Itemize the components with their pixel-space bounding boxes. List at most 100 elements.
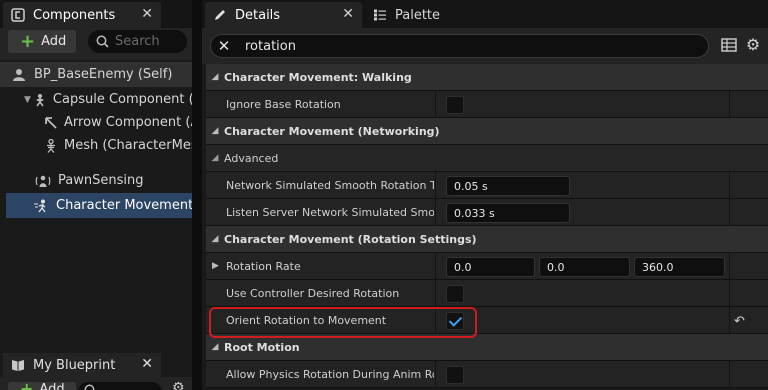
blueprint-search-input[interactable] [78, 382, 162, 390]
tree-item-label: Mesh (CharacterMesh0) [64, 138, 192, 153]
add-button-label: Add [41, 34, 67, 49]
tab-details[interactable]: Details ✕ [205, 2, 362, 28]
blueprint-toolbar: + Add ⚙ [0, 377, 192, 390]
blueprint-add-button[interactable]: + Add [8, 379, 76, 390]
tab-my-blueprint[interactable]: My Blueprint ✕ [3, 353, 161, 377]
tree-item-character-movement[interactable]: Character Movement (CharMoveComp) [6, 193, 192, 218]
category-root-motion[interactable]: ◢ Root Motion [206, 334, 768, 361]
category-networking[interactable]: ◢ Character Movement (Networking) [206, 118, 768, 145]
tree-item-label: Capsule Component (CollisionCylinder) [52, 92, 192, 107]
collapse-icon[interactable]: ◢ [206, 72, 224, 82]
category-label: Character Movement (Networking) [224, 124, 440, 138]
collapse-icon[interactable]: ◢ [206, 126, 224, 136]
tab-details-label: Details [235, 7, 281, 23]
category-rotation-settings[interactable]: ◢ Character Movement (Rotation Settings) [206, 226, 768, 253]
prop-use-controller-desired-rotation: Use Controller Desired Rotation [206, 280, 768, 307]
search-placeholder: Search [115, 34, 160, 49]
gear-icon[interactable]: ⚙ [172, 380, 185, 390]
search-icon [96, 35, 109, 48]
collapse-icon[interactable]: ◢ [206, 153, 224, 163]
listen-server-smooth-input[interactable]: 0.033 s [446, 203, 570, 223]
details-panel: Details ✕ Palette ✕ rotation ⚙ ◢ Charact… [202, 0, 768, 390]
pawn-sensing-icon [34, 172, 52, 190]
blueprint-add-label: Add [39, 382, 65, 390]
column-divider [729, 172, 730, 199]
prop-label: Allow Physics Rotation During Anim Ro... [226, 368, 434, 381]
highlight-box [209, 307, 477, 338]
ignore-base-rotation-checkbox[interactable] [446, 96, 464, 114]
prop-label: Rotation Rate [226, 260, 301, 273]
components-toolbar: + Add Search [0, 28, 192, 60]
allow-physics-rotation-checkbox[interactable] [446, 366, 464, 384]
tree-item-pawnsensing[interactable]: PawnSensing [0, 168, 192, 193]
collapse-icon[interactable]: ◢ [206, 234, 224, 244]
prop-ignore-base-rotation: Ignore Base Rotation [206, 91, 768, 118]
category-label: Root Motion [224, 340, 300, 354]
column-divider [435, 199, 436, 226]
prop-net-smooth-rotation: Network Simulated Smooth Rotation Ti... … [206, 172, 768, 199]
column-divider [729, 199, 730, 226]
details-search-input[interactable]: ✕ rotation [210, 34, 709, 58]
tab-components[interactable]: Components ✕ [3, 2, 161, 28]
reset-to-default-icon[interactable]: ↶ [734, 314, 745, 329]
components-search-input[interactable]: Search [88, 30, 187, 53]
category-label: Character Movement: Walking [224, 70, 412, 84]
tree-item-self[interactable]: BP_BaseEnemy (Self) [0, 62, 192, 87]
close-icon[interactable]: ✕ [342, 6, 354, 22]
search-icon [84, 384, 95, 390]
components-icon [11, 8, 25, 22]
tab-palette[interactable]: Palette [365, 2, 465, 28]
clear-icon[interactable]: ✕ [211, 37, 237, 55]
tree-item-label: Arrow Component (Arrow) [64, 115, 192, 130]
column-divider [729, 307, 730, 334]
collapse-icon[interactable]: ◢ [206, 342, 224, 352]
gear-icon[interactable]: ⚙ [744, 36, 762, 54]
add-component-button[interactable]: + Add [8, 30, 76, 53]
prop-label: Listen Server Network Simulated Smoo... [226, 206, 434, 219]
prop-allow-physics-rotation: Allow Physics Rotation During Anim Ro... [206, 361, 768, 388]
column-divider [435, 91, 436, 118]
components-panel: Components ✕ + Add Search BP_BaseEnemy (… [0, 0, 192, 390]
tree-item-capsule[interactable]: ▼ Capsule Component (CollisionCylinder) [0, 87, 192, 112]
category-walking[interactable]: ◢ Character Movement: Walking [206, 64, 768, 91]
tree-item-mesh[interactable]: Mesh (CharacterMesh0) [0, 133, 192, 158]
expand-right-icon[interactable]: ▶ [212, 261, 219, 271]
plus-icon: + [20, 30, 36, 52]
rotation-rate-y-input[interactable]: 0.0 [539, 257, 630, 277]
tree-item-arrow[interactable]: Arrow Component (Arrow) [0, 110, 192, 135]
components-tabbar: Components ✕ [0, 0, 192, 28]
category-label: Character Movement (Rotation Settings) [224, 232, 477, 246]
rotation-rate-x-input[interactable]: 0.0 [446, 257, 535, 277]
use-controller-desired-rotation-checkbox[interactable] [446, 285, 464, 303]
close-icon[interactable]: ✕ [141, 6, 153, 22]
search-value: rotation [245, 38, 296, 54]
subcategory-advanced[interactable]: ◢ Advanced [206, 145, 768, 172]
palette-icon [374, 9, 386, 21]
net-smooth-rotation-input[interactable]: 0.05 s [446, 176, 570, 196]
table-view-icon[interactable] [721, 37, 737, 53]
column-divider [435, 172, 436, 199]
tree-item-label: Character Movement (CharMoveComp) [56, 198, 192, 213]
rotation-rate-z-input[interactable]: 360.0 [634, 257, 725, 277]
pencil-icon [215, 10, 225, 20]
plus-icon: + [20, 379, 34, 390]
property-list: ◢ Character Movement: Walking Ignore Bas… [206, 64, 768, 390]
column-divider [435, 253, 436, 280]
details-tabbar: Details ✕ Palette [202, 0, 768, 28]
expand-down-icon[interactable]: ▼ [24, 95, 31, 105]
person-icon [10, 66, 28, 84]
panel-divider[interactable] [192, 0, 202, 390]
prop-label: Network Simulated Smooth Rotation Ti... [226, 179, 434, 192]
tab-palette-label: Palette [395, 7, 441, 23]
close-icon[interactable]: ✕ [141, 356, 153, 372]
column-divider [729, 280, 730, 307]
tree-item-label: PawnSensing [58, 173, 144, 188]
prop-rotation-rate: ▶ Rotation Rate 0.0 0.0 360.0 [206, 253, 768, 280]
tree-item-label: BP_BaseEnemy (Self) [34, 67, 173, 82]
book-icon [12, 360, 24, 371]
prop-label: Use Controller Desired Rotation [226, 287, 400, 300]
capsule-icon [33, 91, 47, 109]
prop-label: Ignore Base Rotation [226, 98, 341, 111]
movement-icon [34, 197, 50, 215]
prop-listen-server-smooth: Listen Server Network Simulated Smoo... … [206, 199, 768, 226]
